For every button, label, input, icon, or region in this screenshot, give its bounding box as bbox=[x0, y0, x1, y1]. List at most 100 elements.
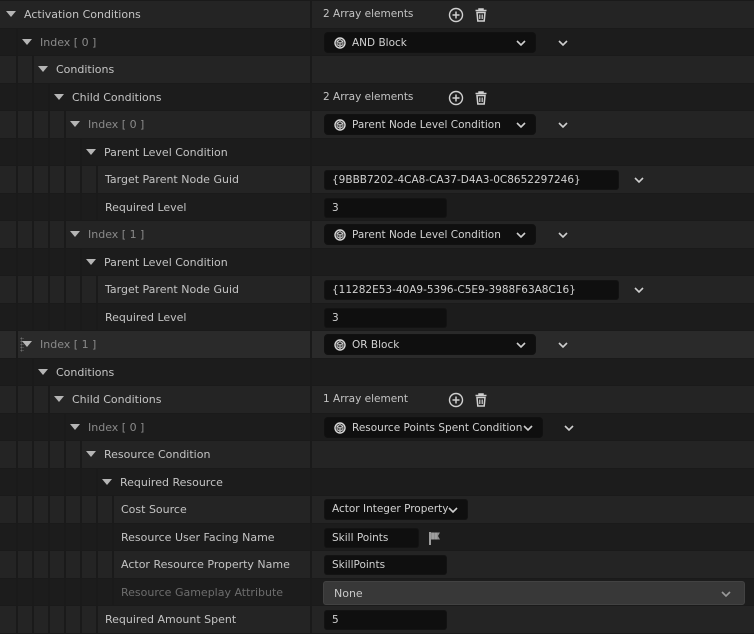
indent-guide bbox=[48, 524, 50, 550]
class-picker[interactable]: OR Block bbox=[324, 334, 536, 355]
expand-options-chevron[interactable] bbox=[557, 341, 569, 349]
text-field-value: 5 bbox=[332, 614, 339, 626]
expand-options-chevron[interactable] bbox=[563, 424, 575, 432]
expand-arrow-icon[interactable] bbox=[70, 231, 80, 237]
name-cell: Index [ 1 ] bbox=[0, 221, 310, 248]
indent-guide bbox=[16, 579, 18, 605]
value-cell bbox=[312, 249, 754, 275]
text-field[interactable]: {11282E53-40A9-5396-C5E9-3988F63A8C16} bbox=[324, 280, 619, 300]
attribute-dropdown[interactable]: None bbox=[323, 581, 745, 605]
class-picker[interactable]: Resource Points Spent Condition bbox=[324, 417, 543, 438]
class-picker-value: Parent Node Level Condition bbox=[352, 119, 501, 131]
text-field[interactable]: 5 bbox=[324, 610, 447, 630]
indent-guide bbox=[64, 221, 66, 248]
property-label: Cost Source bbox=[121, 503, 187, 516]
indent-guide bbox=[80, 139, 82, 165]
enum-select-value: Actor Integer Property bbox=[332, 503, 449, 515]
delete-icon[interactable] bbox=[473, 90, 489, 106]
add-element-icon[interactable] bbox=[448, 90, 464, 106]
name-cell: Required Level bbox=[0, 304, 310, 330]
class-icon bbox=[334, 229, 346, 241]
text-field[interactable]: Skill Points bbox=[324, 528, 419, 548]
value-cell: Parent Node Level Condition bbox=[312, 111, 754, 138]
property-row: Required Resource bbox=[0, 468, 754, 495]
expand-arrow-icon[interactable] bbox=[22, 341, 32, 347]
property-row: Cost Source Actor Integer Property bbox=[0, 495, 754, 523]
property-row: Activation Conditions 2 Array elements bbox=[0, 0, 754, 28]
chevron-down-icon[interactable] bbox=[447, 506, 459, 514]
indent-guide bbox=[80, 496, 82, 523]
expand-arrow-icon[interactable] bbox=[38, 369, 48, 375]
expand-arrow-icon[interactable] bbox=[38, 66, 48, 72]
property-row: Parent Level Condition bbox=[0, 138, 754, 165]
expand-arrow-icon[interactable] bbox=[102, 479, 112, 485]
indent-guide bbox=[80, 441, 82, 468]
indent-guide bbox=[32, 469, 34, 495]
chevron-down-icon[interactable] bbox=[515, 341, 527, 349]
delete-icon[interactable] bbox=[473, 392, 489, 408]
expand-arrow-icon[interactable] bbox=[70, 121, 80, 127]
indent-guide bbox=[48, 579, 50, 605]
indent-guide bbox=[96, 579, 98, 605]
indent-guide bbox=[64, 166, 66, 193]
value-cell: Parent Node Level Condition bbox=[312, 221, 754, 248]
chevron-down-icon[interactable] bbox=[522, 424, 534, 432]
class-picker[interactable]: AND Block bbox=[324, 32, 536, 53]
property-row: Required Level 3 bbox=[0, 303, 754, 330]
chevron-down-icon[interactable] bbox=[515, 231, 527, 239]
expand-arrow-icon[interactable] bbox=[86, 259, 96, 265]
property-label: Target Parent Node Guid bbox=[105, 283, 239, 296]
name-cell: Actor Resource Property Name bbox=[0, 551, 310, 578]
class-picker[interactable]: Parent Node Level Condition bbox=[324, 224, 536, 245]
expand-arrow-icon[interactable] bbox=[54, 94, 64, 100]
expand-arrow-icon[interactable] bbox=[6, 11, 16, 17]
expand-options-chevron[interactable] bbox=[633, 286, 645, 294]
expand-options-chevron[interactable] bbox=[557, 231, 569, 239]
text-field[interactable]: SkillPoints bbox=[324, 555, 447, 575]
expand-arrow-icon[interactable] bbox=[86, 149, 96, 155]
add-element-icon[interactable] bbox=[448, 392, 464, 408]
index-label: Index [ 0 ] bbox=[88, 421, 145, 434]
value-cell: 1 Array element bbox=[312, 386, 754, 413]
name-cell: Required Level bbox=[0, 194, 310, 220]
value-cell: AND Block bbox=[312, 29, 754, 55]
expand-options-chevron[interactable] bbox=[633, 176, 645, 184]
chevron-down-icon[interactable] bbox=[515, 39, 527, 47]
add-element-icon[interactable] bbox=[448, 7, 464, 23]
indent-guide bbox=[16, 441, 18, 468]
text-field-value: Skill Points bbox=[332, 532, 389, 544]
expand-arrow-icon[interactable] bbox=[70, 424, 80, 430]
chevron-down-icon[interactable] bbox=[720, 590, 732, 598]
indent-guide bbox=[16, 414, 18, 440]
delete-icon[interactable] bbox=[473, 7, 489, 23]
expand-arrow-icon[interactable] bbox=[22, 39, 32, 45]
indent-guide bbox=[48, 606, 50, 633]
value-cell bbox=[312, 139, 754, 165]
indent-guide bbox=[32, 194, 34, 220]
indent-guide bbox=[16, 166, 18, 193]
class-picker[interactable]: Parent Node Level Condition bbox=[324, 114, 536, 135]
expand-options-chevron[interactable] bbox=[557, 121, 569, 129]
expand-arrow-icon[interactable] bbox=[86, 451, 96, 457]
text-field[interactable]: 3 bbox=[324, 198, 447, 218]
indent-guide bbox=[96, 194, 98, 220]
value-cell: Resource Points Spent Condition bbox=[312, 414, 754, 440]
enum-select[interactable]: Actor Integer Property bbox=[324, 499, 468, 520]
property-label: Child Conditions bbox=[72, 393, 162, 406]
flag-icon[interactable] bbox=[427, 530, 443, 546]
indent-guide bbox=[16, 111, 18, 138]
chevron-down-icon[interactable] bbox=[515, 121, 527, 129]
class-picker-value: AND Block bbox=[352, 37, 407, 49]
indent-guide bbox=[80, 276, 82, 303]
expand-options-chevron[interactable] bbox=[557, 39, 569, 47]
property-label: Conditions bbox=[56, 63, 115, 76]
text-field[interactable]: 3 bbox=[324, 308, 447, 328]
value-cell bbox=[312, 359, 754, 385]
indent-guide bbox=[32, 84, 34, 110]
name-cell: Index [ 0 ] bbox=[0, 29, 310, 55]
indent-guide bbox=[80, 304, 82, 330]
indent-guide bbox=[48, 249, 50, 275]
expand-arrow-icon[interactable] bbox=[54, 396, 64, 402]
text-field[interactable]: {9BBB7202-4CA8-CA37-D4A3-0C8652297246} bbox=[324, 170, 619, 190]
indent-guide bbox=[16, 331, 18, 358]
